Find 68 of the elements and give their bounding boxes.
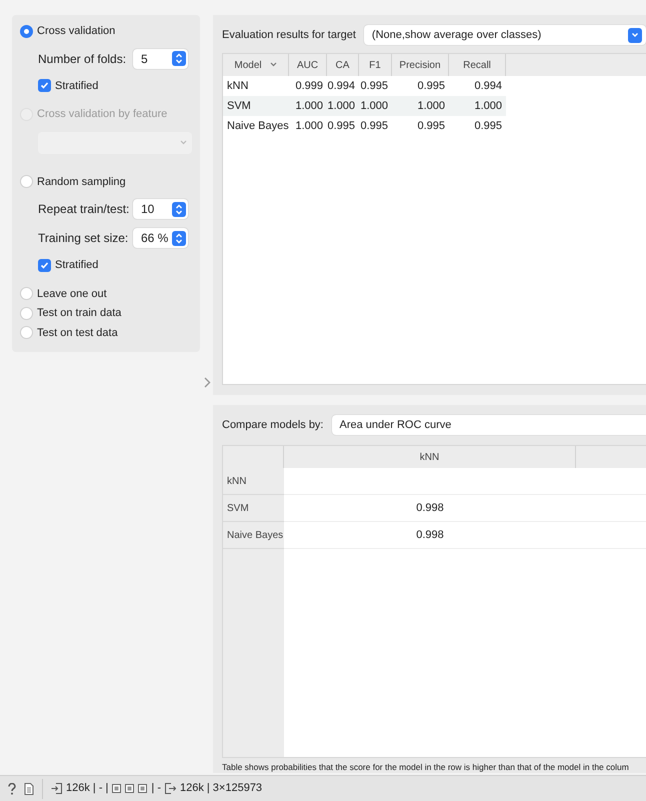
table-cell-text: SVM — [226, 98, 252, 114]
stepper-icon[interactable] — [172, 202, 186, 216]
help-icon[interactable] — [8, 782, 16, 794]
compare-label: Compare models by: — [222, 418, 324, 433]
spin-box[interactable]: 10 — [133, 199, 188, 219]
column-header[interactable]: Recall — [449, 54, 506, 76]
compare-dropdown[interactable]: Area under ROC curve — [332, 415, 646, 435]
output-summary: 126k | 3×125973 — [180, 781, 262, 796]
spin-label: Repeat train/test: — [38, 201, 130, 218]
table-cell-text: 0.998 — [416, 528, 444, 543]
chevron-down-icon — [180, 140, 187, 145]
input-summary: 126k | - | — [66, 781, 108, 796]
column-header[interactable]: F1 — [359, 54, 392, 76]
output-icon[interactable] — [164, 783, 176, 794]
stepper-icon[interactable] — [172, 51, 186, 66]
chevron-down-icon — [630, 32, 639, 38]
checkbox[interactable] — [38, 258, 51, 272]
table-cell-text: 0.995 — [416, 118, 446, 134]
table-cell-text: 1.000 — [294, 98, 324, 114]
dropdown-button[interactable] — [628, 28, 642, 42]
row-header: SVM — [223, 495, 284, 522]
radio-label[interactable]: Test on test data — [37, 324, 118, 341]
check-icon — [39, 80, 50, 92]
table-cell-text: 0.995 — [473, 118, 503, 134]
table-cell-text: 1.000 — [359, 98, 389, 114]
table-cell-text: 1.000 — [473, 98, 503, 114]
checkbox-label[interactable]: Stratified — [55, 78, 98, 94]
checkbox[interactable] — [38, 79, 51, 92]
table-note: Table shows probabilities that the score for the model in the row is higher than that of the model in the colum — [222, 763, 630, 773]
input-summary-tail: | - — [151, 781, 161, 796]
target-dropdown[interactable]: (None,show average over classes) — [364, 25, 646, 45]
radio-label[interactable]: Test on train data — [37, 305, 122, 322]
input-icon[interactable] — [51, 783, 62, 794]
table-cell-text: 0.995 — [359, 78, 389, 94]
spin-label: Training set size: — [38, 230, 130, 247]
table-cell-text: 1.000 — [416, 98, 446, 114]
spin-box[interactable]: 5 — [133, 48, 188, 68]
stepper-icon[interactable] — [172, 230, 186, 246]
table-cell-text: 0.995 — [359, 118, 389, 134]
sort-caret-icon — [270, 62, 277, 68]
column-header[interactable]: AUC — [289, 54, 327, 76]
row-header: kNN — [223, 468, 284, 495]
column-header[interactable]: Model — [223, 54, 289, 76]
table-cell-text: 0.995 — [327, 118, 356, 134]
table-cell-text: kNN — [226, 78, 250, 94]
table-cell-text: 0.999 — [294, 78, 324, 94]
document-icon[interactable] — [24, 782, 34, 794]
radio-label[interactable]: Cross validation — [37, 23, 116, 40]
radio-label[interactable]: Random sampling — [37, 174, 126, 190]
checkbox-label[interactable]: Stratified — [55, 257, 98, 274]
check-icon — [39, 260, 50, 271]
radio-label[interactable]: Leave one out — [37, 286, 107, 302]
spin-label: Number of folds: — [38, 50, 128, 68]
column-header[interactable]: Precision — [392, 54, 449, 76]
radio-button[interactable] — [20, 24, 33, 38]
table-cell-text: 0.995 — [416, 78, 446, 94]
table-cell-text: 1.000 — [327, 98, 356, 114]
table-cell-text: 0.998 — [416, 500, 444, 516]
spin-box[interactable]: 66 % — [133, 228, 188, 248]
table-cell-text: 0.994 — [473, 78, 503, 94]
column-header: kNN — [284, 446, 576, 468]
table-cell-text: Naive Bayes — [226, 118, 289, 134]
column-header[interactable]: CA — [327, 54, 359, 76]
radio-label: Cross validation by feature — [37, 107, 168, 122]
table-cell-text: 0.994 — [327, 78, 356, 94]
table-cell-text: 1.000 — [294, 118, 324, 134]
row-header: Naive Bayes — [223, 522, 284, 549]
target-label: Evaluation results for target — [222, 28, 356, 43]
